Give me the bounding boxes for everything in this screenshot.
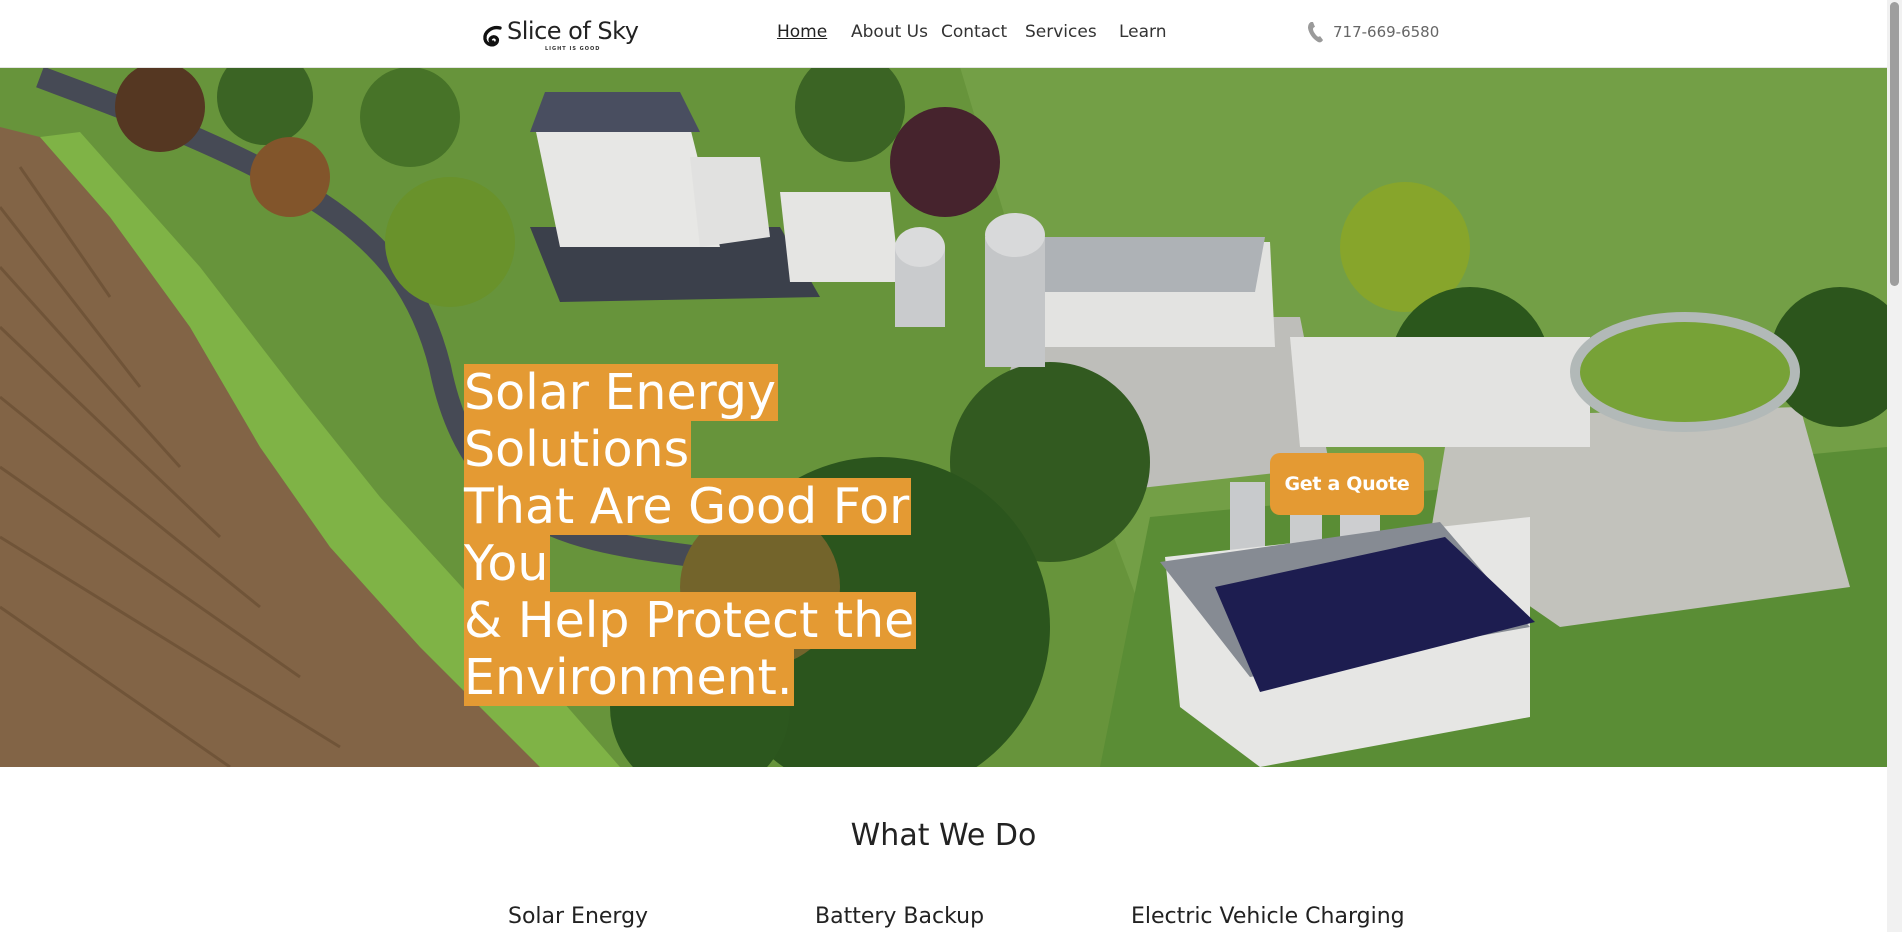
nav-services[interactable]: Services	[1025, 22, 1097, 42]
page-scrollbar[interactable]	[1887, 0, 1902, 932]
service-solar-energy[interactable]: Solar Energy	[508, 904, 648, 929]
logo-swirl-icon	[483, 25, 502, 47]
phone-icon	[1308, 22, 1323, 43]
get-a-quote-button[interactable]: Get a Quote	[1270, 453, 1424, 515]
hero-headline: Solar Energy Solutions That Are Good For…	[464, 364, 1004, 706]
scrollbar-thumb[interactable]	[1890, 2, 1899, 286]
nav-contact[interactable]: Contact	[941, 22, 1007, 42]
hero-section: Solar Energy Solutions That Are Good For…	[0, 67, 1887, 767]
service-ev-charging[interactable]: Electric Vehicle Charging	[1131, 904, 1405, 929]
headline-line-2: That Are Good For You	[464, 478, 912, 592]
nav-about-us[interactable]: About Us	[851, 22, 928, 42]
headline-line-1: Solar Energy Solutions	[464, 364, 778, 478]
site-header: Slice of Sky LIGHT IS GOOD Home About Us…	[0, 0, 1887, 68]
phone-contact[interactable]: 717-669-6580	[1306, 20, 1439, 44]
brand-name: Slice of Sky	[507, 17, 639, 45]
service-battery-backup[interactable]: Battery Backup	[815, 904, 984, 929]
nav-learn[interactable]: Learn	[1119, 22, 1167, 42]
phone-number: 717-669-6580	[1333, 23, 1440, 41]
headline-line-4: Environment.	[464, 649, 795, 706]
brand-logo[interactable]: Slice of Sky LIGHT IS GOOD	[482, 17, 639, 52]
what-we-do-title: What We Do	[850, 818, 1037, 853]
headline-line-3: & Help Protect the	[464, 592, 917, 649]
nav-home[interactable]: Home	[777, 22, 827, 42]
brand-tagline: LIGHT IS GOOD	[544, 46, 601, 52]
